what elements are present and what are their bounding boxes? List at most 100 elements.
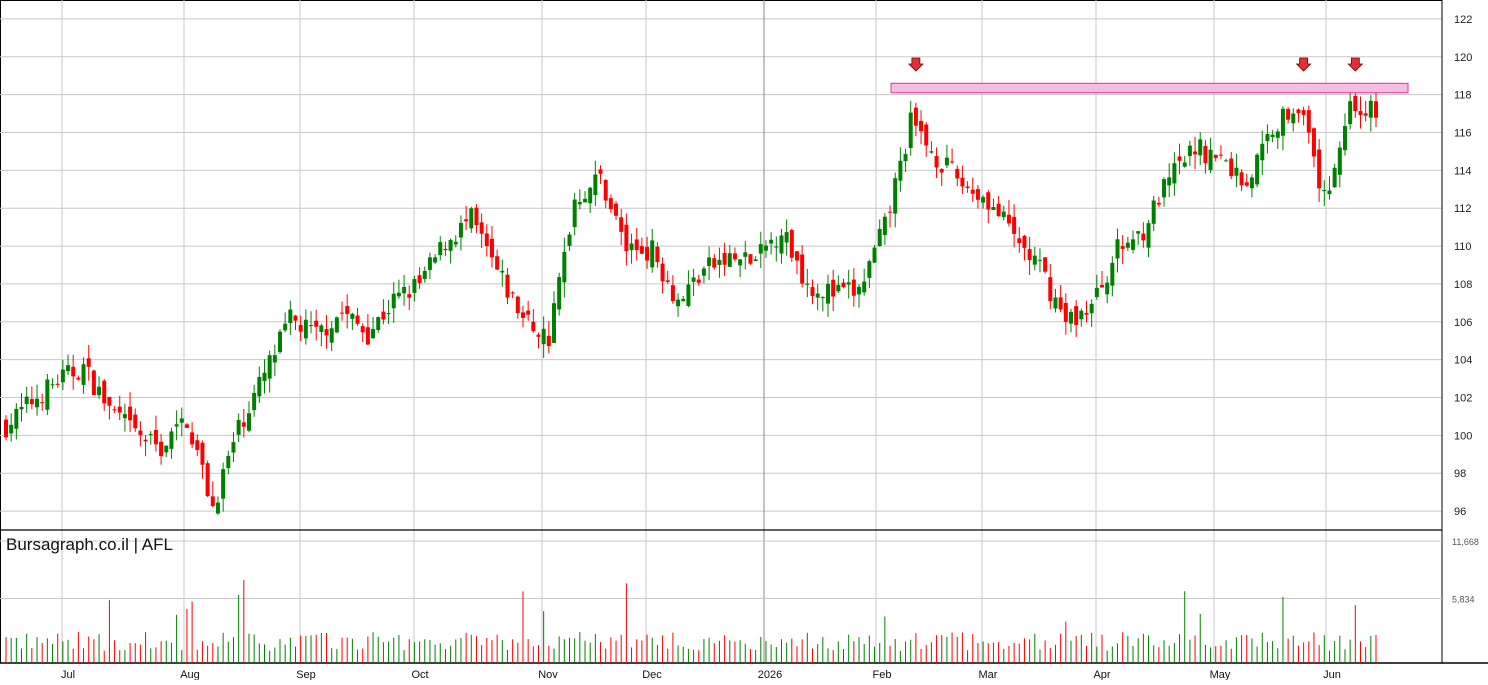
- candle-body: [329, 328, 334, 343]
- candle-body: [727, 253, 732, 267]
- candle-body: [701, 268, 706, 276]
- candle-body: [159, 441, 164, 457]
- candle-body: [479, 222, 484, 234]
- candle-body: [236, 419, 241, 435]
- price-tick-label: 96: [1454, 506, 1466, 518]
- candle-body: [1146, 223, 1151, 248]
- price-tick-label: 120: [1454, 52, 1472, 64]
- month-label: Apr: [1093, 669, 1110, 680]
- candle-body: [458, 222, 463, 238]
- candle-body: [1244, 182, 1249, 186]
- candle-body: [45, 379, 50, 410]
- candle-body: [340, 312, 345, 314]
- candle-body: [800, 254, 805, 284]
- candle-body: [1022, 235, 1027, 248]
- candle-body: [645, 246, 650, 261]
- candle-body: [608, 198, 613, 210]
- candle-body: [91, 370, 96, 395]
- candle-body: [1301, 110, 1306, 115]
- candle-body: [1327, 190, 1332, 195]
- candle-body: [350, 313, 355, 319]
- candle-body: [1089, 303, 1094, 314]
- candle-body: [841, 282, 846, 288]
- candle-body: [489, 238, 494, 258]
- price-tick-label: 100: [1454, 430, 1472, 442]
- candle-body: [1017, 238, 1022, 244]
- candle-body: [1053, 297, 1058, 309]
- candle-body: [1239, 172, 1244, 186]
- candle-body: [1229, 158, 1234, 177]
- candle-body: [122, 414, 127, 419]
- candle-body: [748, 254, 753, 264]
- candle-body: [314, 320, 319, 327]
- candle-body: [1058, 297, 1063, 310]
- volume-tick-label: 11,668: [1452, 537, 1479, 547]
- candle-body: [882, 216, 887, 236]
- candle-body: [433, 257, 438, 263]
- candle-body: [1234, 167, 1239, 176]
- price-tick-label: 106: [1454, 317, 1472, 329]
- candle-body: [417, 275, 422, 284]
- candle-body: [826, 283, 830, 304]
- candle-body: [1079, 310, 1084, 320]
- candle-body: [1249, 177, 1254, 189]
- candle-body: [60, 369, 65, 383]
- candle-body: [758, 244, 763, 254]
- month-label: Sep: [296, 669, 316, 680]
- candle-body: [981, 197, 986, 203]
- candle-body: [495, 256, 500, 270]
- candle-body: [210, 496, 215, 507]
- candle-body: [541, 328, 546, 345]
- candle-body: [422, 270, 427, 279]
- candle-body: [128, 406, 133, 421]
- candle-body: [1182, 162, 1187, 167]
- candle-body: [319, 325, 324, 332]
- candle-body: [577, 202, 582, 205]
- candle-body: [851, 279, 856, 296]
- candle-body: [753, 259, 758, 262]
- candle-body: [29, 399, 34, 405]
- candle-body: [402, 286, 407, 294]
- candle-body: [283, 323, 288, 331]
- candle-body: [1270, 134, 1275, 138]
- candle-body: [86, 358, 91, 367]
- candle-body: [267, 355, 272, 379]
- candle-body: [1006, 214, 1011, 224]
- candle-body: [510, 292, 515, 294]
- candle-body: [877, 228, 882, 247]
- candle-body: [1208, 149, 1213, 170]
- candle-body: [324, 329, 329, 336]
- candle-body: [893, 178, 898, 214]
- candle-body: [603, 180, 608, 201]
- candle-body: [200, 442, 205, 465]
- candle-body: [76, 377, 81, 380]
- candle-body: [846, 282, 851, 285]
- candle-body: [4, 419, 8, 438]
- candle-body: [557, 277, 562, 310]
- candle-body: [1260, 143, 1265, 161]
- candle-body: [660, 263, 665, 282]
- candle-body: [205, 463, 210, 497]
- candle-body: [303, 319, 308, 339]
- candle-body: [153, 429, 158, 445]
- candle-body: [515, 296, 520, 314]
- candle-body: [639, 246, 644, 254]
- candle-body: [924, 124, 929, 146]
- candle-body: [619, 217, 624, 232]
- candle-body: [888, 211, 893, 213]
- candle-body: [552, 303, 556, 343]
- candle-body: [831, 279, 836, 297]
- candle-body: [309, 325, 314, 327]
- candle-body: [1105, 282, 1110, 295]
- candle-body: [112, 409, 117, 411]
- candle-body: [536, 334, 541, 337]
- candle-body: [241, 422, 246, 427]
- price-tick-label: 114: [1454, 165, 1472, 177]
- candle-body: [231, 442, 236, 453]
- candle-body: [345, 306, 350, 314]
- candle-body: [391, 293, 396, 309]
- candle-body: [583, 198, 588, 203]
- candle-body: [40, 402, 45, 404]
- candle-body: [427, 257, 432, 270]
- candle-body: [1131, 239, 1136, 250]
